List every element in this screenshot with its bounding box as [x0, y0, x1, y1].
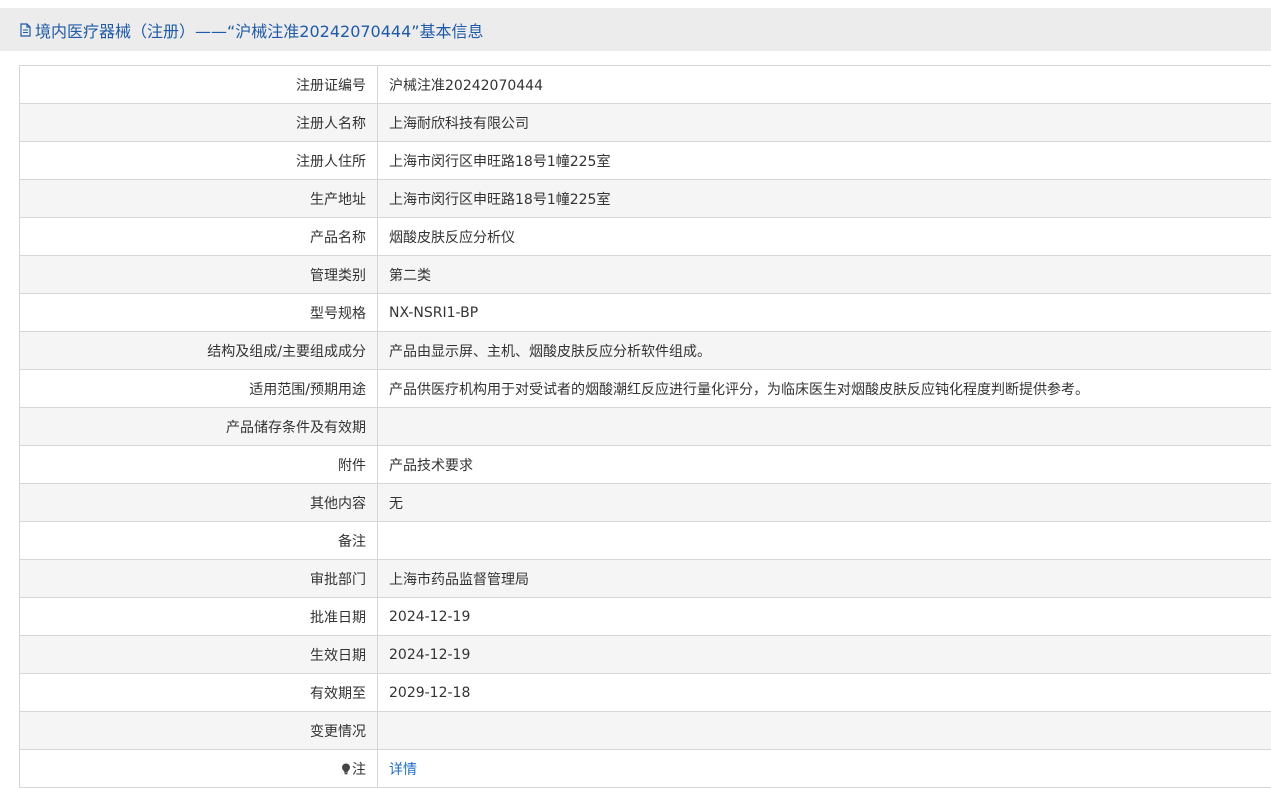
table-row: 适用范围/预期用途 产品供医疗机构用于对受试者的烟酸潮红反应进行量化评分，为临床…: [20, 370, 1271, 408]
field-value: 产品技术要求: [378, 446, 1271, 484]
table-row: 产品名称 烟酸皮肤反应分析仪: [20, 218, 1271, 256]
field-label: 生产地址: [20, 180, 378, 218]
table-row: 注册证编号 沪械注准20242070444: [20, 66, 1271, 104]
field-label: 生效日期: [20, 636, 378, 674]
table-row: 产品储存条件及有效期: [20, 408, 1271, 446]
table-row: 备注: [20, 522, 1271, 560]
table-row: 结构及组成/主要组成成分 产品由显示屏、主机、烟酸皮肤反应分析软件组成。: [20, 332, 1271, 370]
table-row: 审批部门 上海市药品监督管理局: [20, 560, 1271, 598]
table-row: 其他内容 无: [20, 484, 1271, 522]
field-label: 附件: [20, 446, 378, 484]
field-label: 管理类别: [20, 256, 378, 294]
document-icon: [20, 23, 31, 37]
field-value: 产品由显示屏、主机、烟酸皮肤反应分析软件组成。: [378, 332, 1271, 370]
field-value: 无: [378, 484, 1271, 522]
field-label: 变更情况: [20, 712, 378, 750]
table-row: 管理类别 第二类: [20, 256, 1271, 294]
field-value: 上海耐欣科技有限公司: [378, 104, 1271, 142]
field-label: 型号规格: [20, 294, 378, 332]
field-value: 第二类: [378, 256, 1271, 294]
lightbulb-icon: [341, 763, 351, 775]
note-label-cell: 注: [20, 750, 378, 788]
table-row: 附件 产品技术要求: [20, 446, 1271, 484]
basic-info-table: 注册证编号 沪械注准20242070444 注册人名称 上海耐欣科技有限公司 注…: [19, 65, 1271, 788]
field-value: 上海市药品监督管理局: [378, 560, 1271, 598]
field-label: 批准日期: [20, 598, 378, 636]
field-value: 产品供医疗机构用于对受试者的烟酸潮红反应进行量化评分，为临床医生对烟酸皮肤反应钝…: [378, 370, 1271, 408]
field-label: 产品储存条件及有效期: [20, 408, 378, 446]
field-label: 结构及组成/主要组成成分: [20, 332, 378, 370]
page-header: 境内医疗器械（注册）——“沪械注准20242070444”基本信息: [0, 8, 1271, 51]
note-row: 注 详情: [20, 750, 1271, 788]
field-value: 沪械注准20242070444: [378, 66, 1271, 104]
table-row: 生产地址 上海市闵行区申旺路18号1幢225室: [20, 180, 1271, 218]
field-label: 其他内容: [20, 484, 378, 522]
field-label: 注册人住所: [20, 142, 378, 180]
field-label: 审批部门: [20, 560, 378, 598]
field-label: 有效期至: [20, 674, 378, 712]
table-row: 批准日期 2024-12-19: [20, 598, 1271, 636]
field-label: 注册人名称: [20, 104, 378, 142]
field-value: 烟酸皮肤反应分析仪: [378, 218, 1271, 256]
table-row: 有效期至 2029-12-18: [20, 674, 1271, 712]
field-value: 上海市闵行区申旺路18号1幢225室: [378, 180, 1271, 218]
field-value: 上海市闵行区申旺路18号1幢225室: [378, 142, 1271, 180]
field-label: 适用范围/预期用途: [20, 370, 378, 408]
page-title: 境内医疗器械（注册）——“沪械注准20242070444”基本信息: [35, 18, 484, 42]
table-row: 注册人名称 上海耐欣科技有限公司: [20, 104, 1271, 142]
table-row: 变更情况: [20, 712, 1271, 750]
field-value: [378, 408, 1271, 446]
note-value-cell: 详情: [378, 750, 1271, 788]
field-value: NX-NSRI1-BP: [378, 294, 1271, 332]
field-label: 注册证编号: [20, 66, 378, 104]
field-value: [378, 712, 1271, 750]
field-value: 2024-12-19: [378, 636, 1271, 674]
field-value: 2024-12-19: [378, 598, 1271, 636]
info-table-container: 注册证编号 沪械注准20242070444 注册人名称 上海耐欣科技有限公司 注…: [19, 65, 1271, 788]
table-row: 型号规格 NX-NSRI1-BP: [20, 294, 1271, 332]
table-row: 生效日期 2024-12-19: [20, 636, 1271, 674]
field-value: 2029-12-18: [378, 674, 1271, 712]
field-label: 备注: [20, 522, 378, 560]
field-label: 产品名称: [20, 218, 378, 256]
details-link[interactable]: 详情: [389, 762, 417, 778]
table-row: 注册人住所 上海市闵行区申旺路18号1幢225室: [20, 142, 1271, 180]
field-value: [378, 522, 1271, 560]
note-label: 注: [352, 762, 366, 778]
